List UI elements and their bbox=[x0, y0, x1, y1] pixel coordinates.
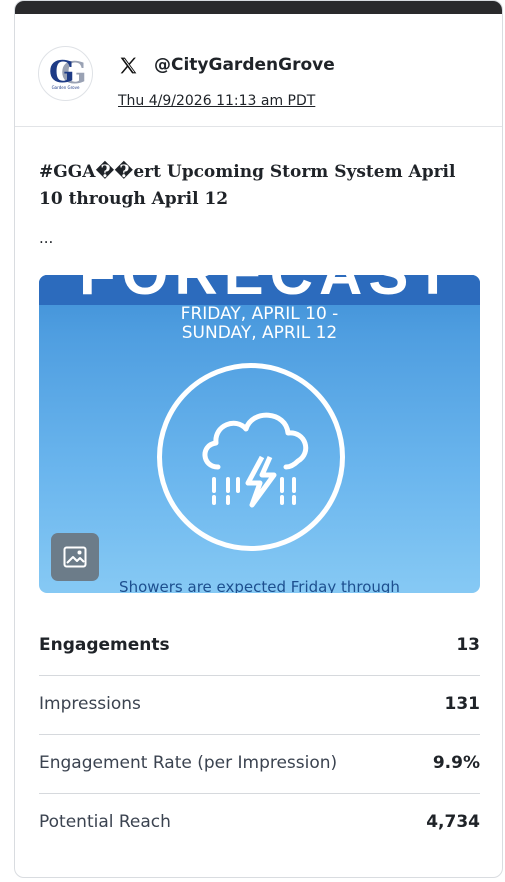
stat-row-potential-reach: Potential Reach 4,734 bbox=[39, 794, 480, 852]
image-icon bbox=[63, 546, 87, 568]
post-stats: Engagements 13 Impressions 131 Engagemen… bbox=[39, 617, 480, 852]
stat-row-engagement-rate: Engagement Rate (per Impression) 9.9% bbox=[39, 735, 480, 794]
card-top-bar bbox=[15, 1, 502, 14]
media-dates-line1: FRIDAY, APRIL 10 - bbox=[180, 304, 339, 324]
stat-label: Engagement Rate (per Impression) bbox=[39, 753, 338, 773]
media-dates-line2: SUNDAY, APRIL 12 bbox=[181, 323, 338, 343]
account-handle[interactable]: @CityGardenGrove bbox=[154, 55, 335, 75]
stat-label: Impressions bbox=[39, 694, 141, 714]
post-timestamp-link[interactable]: Thu 4/9/2026 11:13 am PDT bbox=[118, 93, 315, 109]
stat-value: 9.9% bbox=[432, 753, 480, 773]
post-ellipsis[interactable]: ... bbox=[39, 229, 53, 247]
avatar-logo-subtext: Garden Grove bbox=[51, 85, 80, 90]
post-card: G G Garden Grove @CityGardenGrove Thu 4/… bbox=[14, 0, 503, 878]
stat-row-engagements: Engagements 13 bbox=[39, 617, 480, 676]
thunderstorm-cloud-icon bbox=[202, 412, 309, 508]
stat-label: Potential Reach bbox=[39, 812, 171, 832]
media-caption: Showers are expected Friday through bbox=[119, 578, 400, 593]
media-type-button[interactable] bbox=[51, 533, 99, 581]
stat-value: 4,734 bbox=[426, 812, 480, 832]
stat-value: 13 bbox=[456, 635, 480, 655]
avatar[interactable]: G G Garden Grove bbox=[38, 46, 93, 101]
stat-label: Engagements bbox=[39, 635, 170, 655]
media-dates: FRIDAY, APRIL 10 - SUNDAY, APRIL 12 bbox=[39, 305, 480, 343]
post-header: G G Garden Grove @CityGardenGrove Thu 4/… bbox=[15, 14, 502, 127]
post-text: #GGA��ert Upcoming Storm System April 10… bbox=[39, 162, 456, 209]
x-logo-icon bbox=[120, 57, 137, 74]
post-media-image[interactable]: FORECAST FRIDAY, APRIL 10 - SUNDAY, APRI… bbox=[39, 275, 480, 593]
stat-value: 131 bbox=[444, 694, 481, 714]
stat-row-impressions: Impressions 131 bbox=[39, 676, 480, 735]
